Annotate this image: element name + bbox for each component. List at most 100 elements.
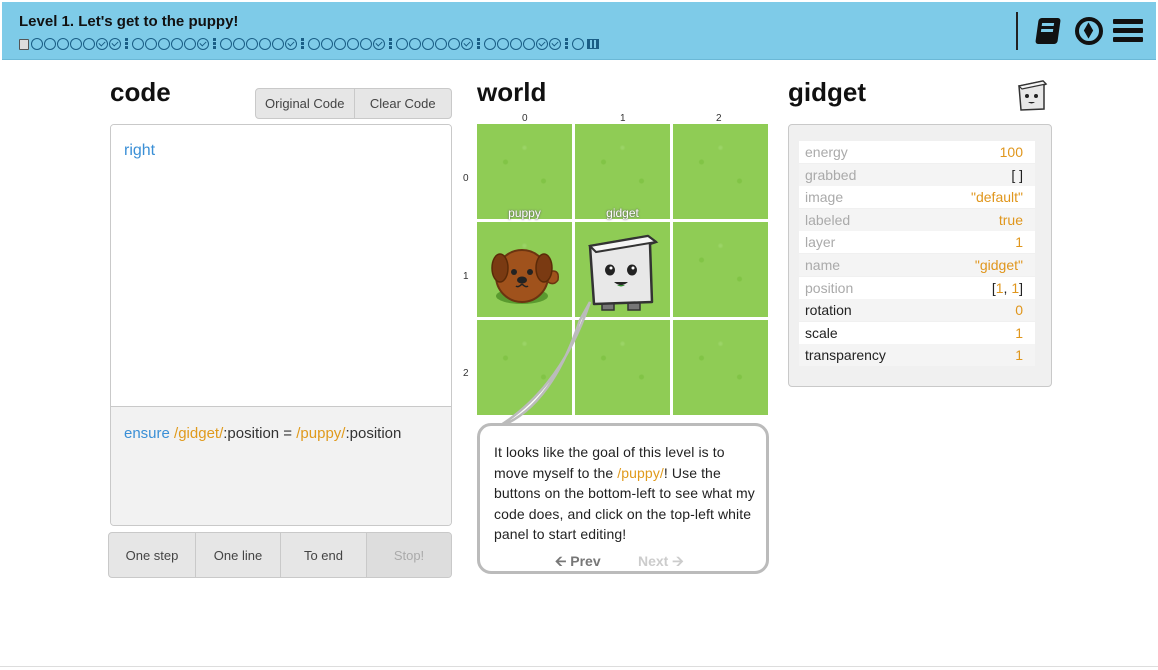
level-dot-complete[interactable] — [461, 38, 473, 50]
grass-tile — [575, 124, 670, 219]
property-row-position[interactable]: position [1, 1] — [799, 276, 1035, 299]
level-dot[interactable] — [435, 38, 447, 50]
property-key: image — [805, 189, 844, 206]
property-key: grabbed — [805, 166, 857, 183]
level-dot[interactable] — [334, 38, 346, 50]
level-dot[interactable] — [448, 38, 460, 50]
world-heading: world — [477, 77, 547, 107]
top-bar: Level 1. Let's get to the puppy! — [2, 2, 1156, 60]
level-dot[interactable] — [321, 38, 333, 50]
next-label: Next — [638, 553, 669, 569]
level-dot[interactable] — [360, 38, 372, 50]
gidget-heading: gidget — [788, 77, 866, 107]
property-value: 100 — [999, 144, 1023, 160]
level-dot[interactable] — [158, 38, 170, 50]
level-dot[interactable] — [523, 38, 535, 50]
stop-button[interactable]: Stop! — [367, 533, 451, 577]
level-dot[interactable] — [145, 38, 157, 50]
clear-code-button[interactable]: Clear Code — [355, 89, 452, 118]
menu-icon[interactable] — [1113, 16, 1143, 46]
level-dot[interactable] — [44, 38, 56, 50]
level-dot-complete[interactable] — [536, 38, 548, 50]
level-dot[interactable] — [132, 38, 144, 50]
speech-puppy-ref: /puppy/ — [617, 464, 664, 481]
level-dot[interactable] — [171, 38, 183, 50]
divider — [1016, 12, 1018, 50]
arrow-right-icon: 🡪 — [672, 553, 684, 569]
property-value: "default" — [971, 189, 1023, 206]
code-editor[interactable]: right — [111, 125, 451, 407]
level-dot[interactable] — [422, 38, 434, 50]
property-value: [ ] — [1011, 166, 1023, 183]
property-row-energy[interactable]: energy 100 — [799, 141, 1035, 163]
one-step-button[interactable]: One step — [109, 533, 196, 577]
position-x: 1 — [995, 279, 1004, 296]
level-dot[interactable] — [246, 38, 258, 50]
code-panel: right ensure /gidget/:position = /puppy/… — [110, 124, 452, 526]
property-key: transparency — [805, 347, 886, 364]
to-end-button[interactable]: To end — [281, 533, 367, 577]
property-key: labeled — [805, 211, 851, 228]
property-key: position — [805, 279, 854, 296]
level-dot[interactable] — [308, 38, 320, 50]
property-row-layer[interactable]: layer 1 — [799, 231, 1035, 254]
property-row-name[interactable]: name "gidget" — [799, 254, 1035, 276]
gidget-properties: energy 100 grabbed [ ] image "default" labeled… — [788, 124, 1052, 387]
property-value: 0 — [1015, 302, 1023, 319]
property-value: [1, 1] — [991, 279, 1023, 296]
level-dot[interactable] — [259, 38, 271, 50]
property-row-scale[interactable]: scale 1 — [799, 321, 1035, 344]
progress-separator — [389, 38, 392, 50]
execution-controls: One step One line To end Stop! — [108, 532, 452, 578]
level-dot-complete[interactable] — [373, 38, 385, 50]
speech-bubble: It looks like the goal of this level is … — [477, 423, 769, 574]
one-line-button[interactable]: One line — [196, 533, 281, 577]
level-dot-complete[interactable] — [549, 38, 561, 50]
level-dot[interactable] — [184, 38, 196, 50]
prev-button[interactable]: 🡨 Prev — [555, 551, 601, 575]
level-dot-complete[interactable] — [285, 38, 297, 50]
property-key: scale — [805, 324, 838, 341]
book-icon[interactable] — [1034, 16, 1064, 46]
level-dot[interactable] — [57, 38, 69, 50]
compass-icon[interactable] — [1074, 16, 1104, 46]
code-line: right — [124, 142, 156, 159]
level-dot[interactable] — [233, 38, 245, 50]
level-dot-complete[interactable] — [96, 38, 108, 50]
original-code-button[interactable]: Original Code — [256, 89, 355, 118]
level-dot[interactable] — [31, 38, 43, 50]
property-row-grabbed[interactable]: grabbed [ ] — [799, 163, 1035, 186]
property-value: true — [998, 211, 1023, 228]
goal-property: :position — [345, 425, 402, 442]
level-dot[interactable] — [510, 38, 522, 50]
grass-tile — [673, 222, 768, 317]
property-value: 1 — [1015, 324, 1023, 341]
property-row-labeled[interactable]: labeled true — [799, 208, 1035, 231]
goal-equals: = — [279, 425, 297, 442]
level-dot[interactable] — [220, 38, 232, 50]
property-key: name — [805, 257, 841, 273]
property-row-rotation[interactable]: rotation 0 — [799, 299, 1035, 322]
goal-keyword: ensure — [124, 425, 170, 442]
puppy-sprite[interactable] — [488, 238, 564, 308]
row-label: 1 — [463, 271, 469, 282]
level-dot[interactable] — [272, 38, 284, 50]
level-dot[interactable] — [409, 38, 421, 50]
level-dot[interactable] — [70, 38, 82, 50]
next-button[interactable]: Next 🡪 — [638, 551, 684, 575]
property-row-image[interactable]: image "default" — [799, 186, 1035, 209]
level-dot[interactable] — [347, 38, 359, 50]
finish-flag-icon — [587, 39, 599, 49]
prev-label: Prev — [570, 553, 601, 569]
level-dot[interactable] — [396, 38, 408, 50]
level-dot-complete[interactable] — [109, 38, 121, 50]
col-label: 0 — [522, 113, 528, 124]
property-row-transparency[interactable]: transparency 1 — [799, 344, 1035, 367]
level-dot[interactable] — [572, 38, 584, 50]
level-dot[interactable] — [497, 38, 509, 50]
property-value: 1 — [1015, 234, 1023, 251]
level-dot[interactable] — [83, 38, 95, 50]
level-dot-complete[interactable] — [197, 38, 209, 50]
progress-separator — [477, 38, 480, 50]
level-dot[interactable] — [484, 38, 496, 50]
